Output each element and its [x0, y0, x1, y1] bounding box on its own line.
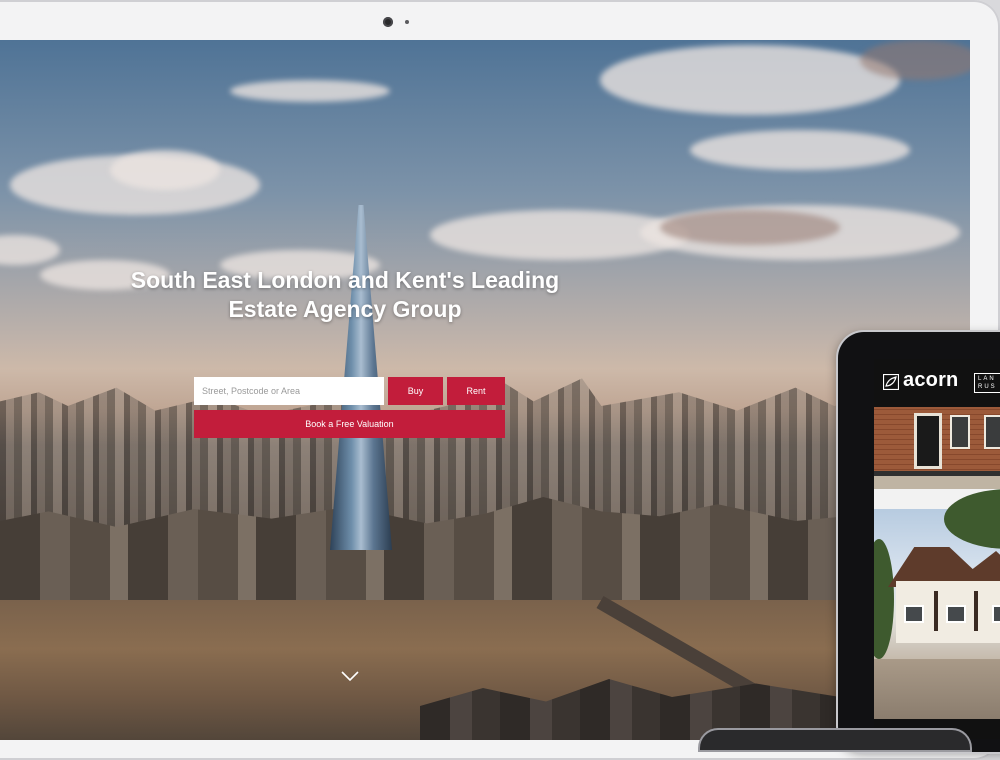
front-door — [914, 413, 942, 469]
book-valuation-button[interactable]: Book a Free Valuation — [194, 410, 505, 438]
driveway — [874, 659, 1000, 719]
acorn-logo-icon — [883, 374, 899, 390]
secondary-logo-line: RUS — [978, 384, 997, 390]
timber-beam — [934, 591, 938, 631]
cloud — [660, 210, 840, 245]
chevron-down-icon[interactable] — [340, 668, 360, 684]
phone-device-edge — [700, 730, 970, 750]
tablet-header: acorn LAN RUS — [874, 359, 1000, 407]
cloud — [860, 40, 970, 80]
search-input[interactable] — [194, 377, 384, 405]
cloud — [230, 80, 390, 102]
tablet-screen: acorn LAN RUS — [874, 359, 1000, 739]
buy-button[interactable]: Buy — [388, 377, 443, 405]
window — [992, 605, 1000, 623]
property-image[interactable] — [874, 407, 1000, 489]
cloud — [0, 235, 60, 265]
sensor-dot — [405, 20, 409, 24]
window — [946, 605, 966, 623]
tree — [874, 539, 894, 659]
window — [984, 415, 1000, 449]
secondary-logo-line: LAN — [978, 376, 996, 382]
timber-beam — [974, 591, 978, 631]
hero-title: South East London and Kent's Leading Est… — [130, 267, 560, 322]
cloud — [110, 150, 220, 190]
rent-button[interactable]: Rent — [447, 377, 505, 405]
window — [950, 415, 970, 449]
property-image[interactable] — [874, 489, 1000, 719]
camera-icon — [383, 17, 393, 27]
tablet-device: acorn LAN RUS — [838, 332, 1000, 752]
secondary-brand-logo[interactable]: LAN RUS — [974, 373, 1000, 393]
cloud — [690, 130, 910, 170]
window — [904, 605, 924, 623]
cloud — [600, 45, 900, 115]
brand-logo-text[interactable]: acorn — [903, 369, 958, 392]
